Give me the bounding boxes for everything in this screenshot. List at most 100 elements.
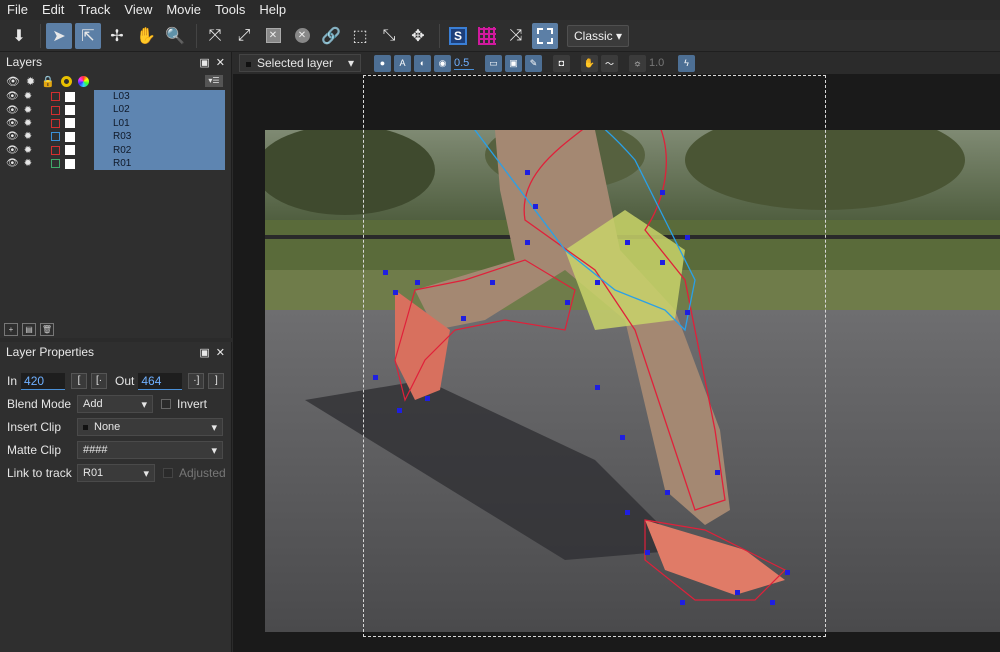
menu-movie[interactable]: Movie: [159, 0, 208, 20]
insert-clip-dropdown[interactable]: None ▾: [77, 418, 223, 436]
clear-circle-icon[interactable]: ✕: [289, 23, 315, 49]
layers-menu-button[interactable]: ▾☰: [205, 75, 223, 87]
invert-checkbox[interactable]: [161, 399, 171, 409]
select-point-icon[interactable]: ⇱: [75, 22, 101, 49]
layer-matte-swatch[interactable]: [65, 131, 76, 142]
matte-view-icon[interactable]: ◉: [434, 54, 451, 72]
color-ring-icon[interactable]: [60, 75, 72, 87]
layer-name[interactable]: R03: [94, 130, 225, 144]
out-field[interactable]: 464: [138, 372, 183, 390]
blend-mode-dropdown[interactable]: Add ▾: [77, 395, 153, 413]
new-layer-icon[interactable]: ▤: [22, 322, 36, 336]
trash-icon[interactable]: 🗑: [40, 322, 54, 336]
link-icon[interactable]: ⤧: [202, 23, 228, 49]
layer-color-icon[interactable]: [51, 159, 61, 169]
chain-link-icon[interactable]: 🔗: [318, 23, 344, 49]
layer-matte-swatch[interactable]: [65, 105, 76, 116]
flash-icon[interactable]: ϟ: [678, 54, 695, 72]
menu-file[interactable]: File: [0, 0, 35, 20]
pen-icon[interactable]: ✎: [525, 54, 542, 72]
layer-matte-swatch[interactable]: [65, 158, 76, 169]
gear-icon[interactable]: ✹: [24, 145, 32, 156]
overlay-icon[interactable]: ◐: [414, 54, 431, 72]
brightness-field[interactable]: 1.0: [649, 57, 675, 69]
scale-icon[interactable]: ⤨: [503, 23, 529, 49]
layer-name[interactable]: L01: [94, 116, 225, 131]
layer-name[interactable]: L02: [94, 103, 225, 117]
eye-icon[interactable]: 👁: [6, 105, 19, 116]
menu-view[interactable]: View: [117, 0, 159, 20]
stamp-icon[interactable]: ◘: [553, 54, 570, 72]
close-icon[interactable]: ✕: [216, 56, 225, 69]
layer-row[interactable]: 👁 ✹ L03: [0, 90, 231, 104]
gear-icon[interactable]: ✹: [24, 105, 32, 116]
unlink-icon[interactable]: ⤢: [231, 23, 257, 49]
grid-icon[interactable]: [474, 23, 500, 49]
link-track-dropdown[interactable]: R01 ▾: [77, 464, 155, 482]
adjusted-checkbox[interactable]: [163, 468, 173, 478]
gear-icon[interactable]: ✹: [24, 158, 32, 169]
gear-icon[interactable]: ✹: [24, 91, 32, 102]
layer-color-icon[interactable]: [51, 105, 61, 115]
layer-name[interactable]: R02: [94, 143, 225, 157]
zoom-icon[interactable]: 🔍: [162, 23, 188, 49]
layer-name[interactable]: R01: [94, 156, 225, 171]
eye-icon[interactable]: 👁: [6, 91, 19, 102]
new-folder-icon[interactable]: +: [4, 322, 18, 336]
layer-matte-swatch[interactable]: [65, 118, 76, 129]
add-point-icon[interactable]: ✢: [104, 23, 130, 49]
curve-icon[interactable]: 〜: [601, 54, 618, 72]
layer-matte-swatch[interactable]: [65, 145, 76, 156]
menu-track[interactable]: Track: [71, 0, 117, 20]
layer-select-dropdown[interactable]: Selected layer ▾: [239, 54, 361, 72]
float-icon[interactable]: ▣: [199, 346, 209, 359]
eye-icon[interactable]: 👁: [6, 118, 19, 129]
download-icon[interactable]: ⬇: [6, 23, 32, 49]
in-field[interactable]: 420: [21, 372, 66, 390]
move-icon[interactable]: ✥: [405, 23, 431, 49]
menu-tools[interactable]: Tools: [208, 0, 252, 20]
viewer[interactable]: Selected layer ▾ ● A ◐ ◉ 0.5 ▭ ▣ ✎ ◘ ✋ 〜…: [233, 52, 1000, 652]
hand-icon[interactable]: ✋: [133, 23, 159, 49]
stabilize-icon[interactable]: ✕: [260, 23, 286, 49]
layer-matte-swatch[interactable]: [65, 91, 76, 102]
lock-column-icon[interactable]: 🔒: [41, 75, 55, 88]
close-icon[interactable]: ✕: [216, 346, 225, 359]
layers-view-icon[interactable]: ▣: [505, 54, 522, 72]
layer-color-icon[interactable]: [51, 132, 61, 142]
gear-column-icon[interactable]: ✹: [26, 75, 35, 88]
select-arrow-icon[interactable]: ➤: [46, 22, 72, 49]
menu-edit[interactable]: Edit: [35, 0, 71, 20]
layer-row[interactable]: 👁 ✹ L01: [0, 116, 231, 131]
dashed-shape-icon[interactable]: ⬚: [347, 23, 373, 49]
matte-clip-dropdown[interactable]: #### ▾: [77, 441, 223, 459]
layer-row[interactable]: 👁 ✹ R01: [0, 156, 231, 171]
transform-icon[interactable]: ⤡: [376, 23, 402, 49]
brightness-icon[interactable]: ☼: [629, 54, 646, 72]
crop-frame[interactable]: [363, 75, 826, 637]
rgb-channels-icon[interactable]: ●: [374, 54, 391, 72]
menu-help[interactable]: Help: [252, 0, 293, 20]
dashed-rect-icon[interactable]: [532, 22, 558, 49]
layer-color-icon[interactable]: [51, 118, 61, 128]
set-out-icon[interactable]: ]: [208, 373, 225, 389]
layer-color-icon[interactable]: [51, 145, 61, 155]
go-in-icon[interactable]: [·: [91, 373, 108, 389]
layer-name[interactable]: L03: [94, 90, 225, 104]
eye-icon[interactable]: 👁: [6, 145, 19, 156]
opacity-field[interactable]: 0.5: [454, 57, 474, 70]
layer-row[interactable]: 👁 ✹ L02: [0, 103, 231, 117]
layer-row[interactable]: 👁 ✹ R03: [0, 130, 231, 144]
go-out-icon[interactable]: ·]: [188, 373, 205, 389]
surface-s-icon[interactable]: S: [445, 23, 471, 49]
layer-row[interactable]: 👁 ✹ R02: [0, 143, 231, 157]
gear-icon[interactable]: ✹: [24, 118, 32, 129]
set-in-icon[interactable]: [: [71, 373, 88, 389]
float-icon[interactable]: ▣: [199, 56, 209, 69]
alpha-icon[interactable]: A: [394, 54, 411, 72]
eye-icon[interactable]: 👁: [6, 131, 19, 142]
eye-icon[interactable]: 👁: [6, 158, 19, 169]
layer-color-icon[interactable]: [51, 92, 61, 102]
monitor-icon[interactable]: ▭: [485, 54, 502, 72]
view-mode-dropdown[interactable]: Classic ▾: [567, 24, 629, 47]
